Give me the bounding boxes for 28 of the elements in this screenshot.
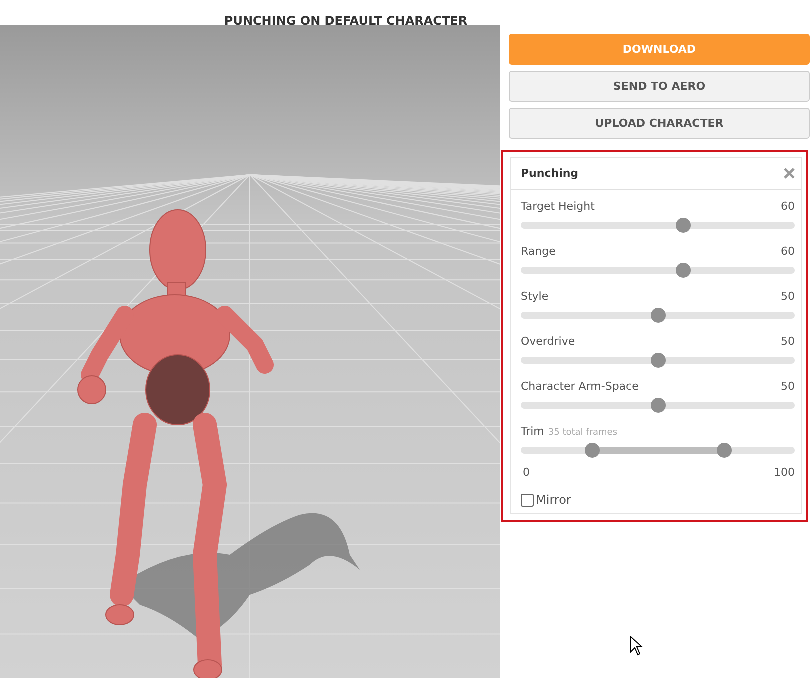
slider-value: 60 (781, 200, 795, 215)
slider-value: 50 (781, 290, 795, 305)
range-min: 0 (523, 466, 530, 479)
3d-viewport[interactable] (0, 25, 500, 678)
close-icon[interactable] (784, 168, 795, 179)
slider-thumb[interactable] (676, 263, 691, 278)
mirror-checkbox[interactable]: Mirror (521, 493, 795, 507)
slider-thumb[interactable] (651, 398, 666, 413)
slider-label: Target Height (521, 200, 595, 215)
slider-thumb[interactable] (651, 353, 666, 368)
slider-label: Overdrive (521, 335, 576, 350)
slider-thumb[interactable] (585, 443, 600, 458)
range-max: 100 (774, 466, 795, 479)
slider-value: 50 (781, 335, 795, 350)
action-button[interactable]: UPLOAD CHARACTER (509, 108, 810, 139)
slider-thumb[interactable] (676, 218, 691, 233)
slider-value: 60 (781, 245, 795, 260)
cursor-icon (630, 636, 644, 656)
slider-label: Style (521, 290, 549, 305)
slider-thumb[interactable] (716, 443, 732, 458)
panel-title: Punching (521, 167, 579, 180)
slider-value: 50 (781, 380, 795, 395)
slider-thumb[interactable] (651, 308, 666, 323)
slider-label: Trim 35 total frames (521, 425, 618, 440)
action-button[interactable]: SEND TO AERO (509, 71, 810, 102)
slider-label: Range (521, 245, 556, 260)
slider-label: Character Arm-Space (521, 380, 639, 395)
page-title: PUNCHING ON DEFAULT CHARACTER (224, 14, 468, 25)
